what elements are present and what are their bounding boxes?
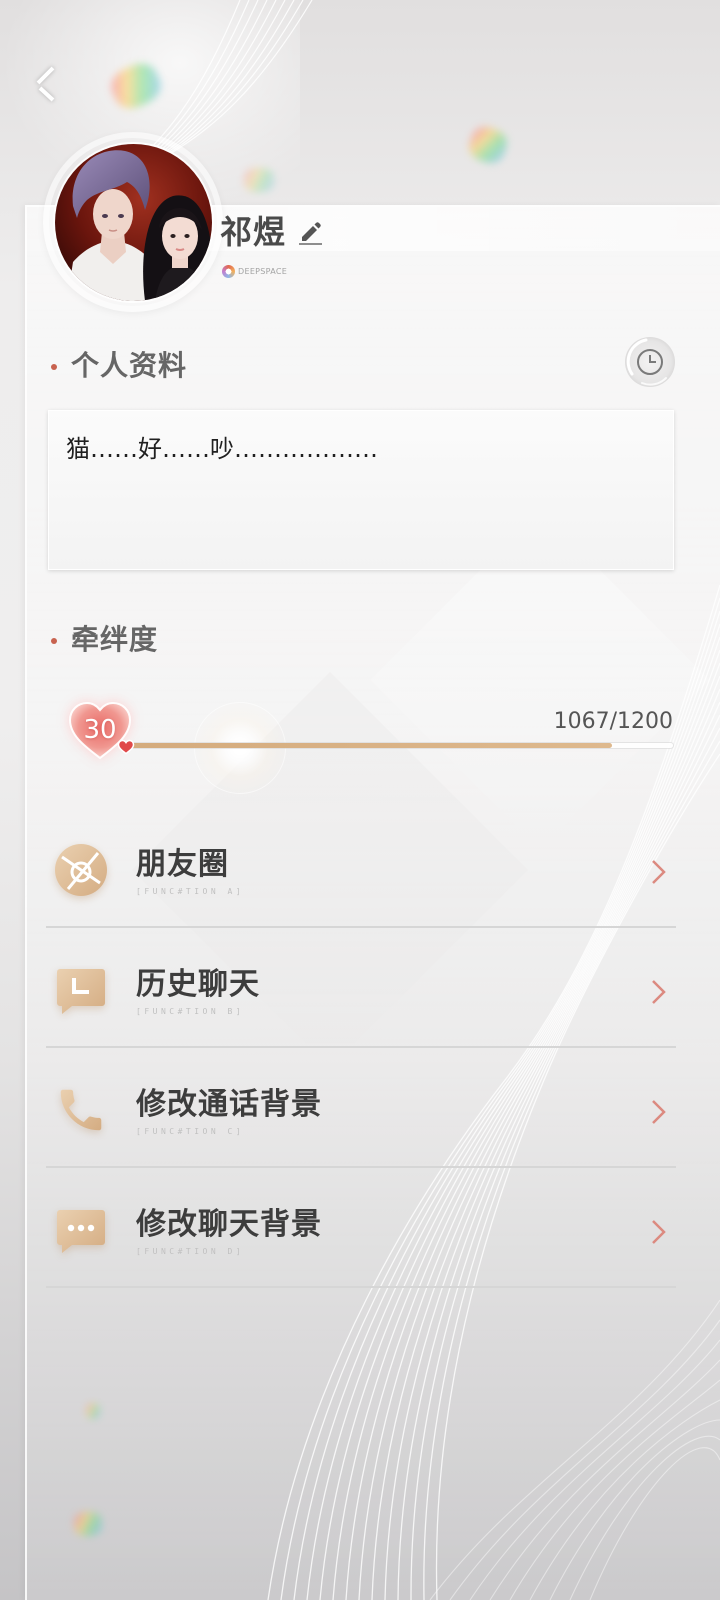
menu-divider [46, 1286, 676, 1288]
menu-divider [46, 1046, 676, 1048]
menu-item-call-background[interactable]: 修改通话背景 [FUNC#TION C] [46, 1050, 676, 1170]
section-bullet [51, 364, 57, 370]
menu-divider [46, 926, 676, 928]
chat-clock-icon-shape [57, 969, 105, 1014]
history-button[interactable] [622, 334, 678, 390]
menu-item-sublabel: [FUNC#TION D] [136, 1247, 245, 1256]
aperture-icon-shape [55, 844, 107, 896]
clock-icon [625, 337, 675, 387]
bio-text: 猫……好……吵……………… [66, 435, 378, 463]
menu-item-label: 修改聊天背景 [136, 1207, 322, 1242]
avatar-image [55, 144, 212, 301]
sparkle-decoration [244, 168, 274, 192]
back-button[interactable] [26, 60, 66, 110]
chevron-right-icon [652, 980, 666, 1004]
phone-icon [54, 1083, 108, 1137]
menu-item-label: 修改通话背景 [136, 1087, 322, 1122]
small-heart-icon [117, 739, 135, 755]
menu-item-sublabel: [FUNC#TION B] [136, 1007, 245, 1016]
chevron-right-icon [652, 1100, 666, 1124]
logo-text: DEEPSPACE [238, 267, 288, 276]
chat-clock-icon [54, 963, 108, 1017]
bio-box: 猫……好……吵……………… [48, 410, 674, 570]
avatar[interactable] [55, 144, 212, 301]
menu-item-sublabel: [FUNC#TION C] [136, 1127, 245, 1136]
sparkle-decoration [74, 1512, 102, 1536]
bond-section-title: 牵绊度 [71, 623, 159, 656]
menu-item-chat-background[interactable]: 修改聊天背景 [FUNC#TION D] [46, 1170, 676, 1290]
profile-screen: 祁煜 DEEPSPACE 个人资料 猫……好……吵……………… 牵绊度 30 1… [0, 0, 720, 1600]
chevron-left-icon [36, 66, 55, 102]
bond-progress-text: 1067/1200 [553, 709, 673, 734]
sparkle-decoration [86, 1403, 100, 1419]
menu-item-chat-history[interactable]: 历史聊天 [FUNC#TION B] [46, 930, 676, 1050]
menu-item-label: 朋友圈 [136, 847, 229, 882]
menu-divider [46, 1166, 676, 1168]
pencil-icon [299, 222, 322, 245]
small-heart-shape [117, 739, 135, 755]
chat-dots-icon [54, 1203, 108, 1257]
phone-icon-shape [60, 1089, 102, 1131]
section-bullet [51, 638, 57, 644]
profile-section-title: 个人资料 [71, 349, 188, 382]
chat-dots-icon-shape [57, 1210, 105, 1253]
character-name: 祁煜 [220, 213, 287, 251]
logo-mark [222, 265, 235, 278]
bond-progress-bar [125, 743, 673, 748]
progress-glow-ring [194, 702, 286, 794]
bond-progress-fill [125, 743, 613, 748]
menu-item-moments[interactable]: 朋友圈 [FUNC#TION A] [46, 810, 676, 930]
chevron-right-icon [652, 1220, 666, 1244]
menu-item-label: 历史聊天 [136, 967, 260, 1002]
sparkle-decoration [465, 122, 511, 168]
menu-item-sublabel: [FUNC#TION A] [136, 887, 245, 896]
aperture-icon [54, 843, 108, 897]
chevron-right-icon [652, 860, 666, 884]
edit-name-button[interactable] [296, 218, 324, 246]
function-menu: 朋友圈 [FUNC#TION A] 历史聊天 [FUNC#TION B] 修改通… [46, 810, 676, 1290]
